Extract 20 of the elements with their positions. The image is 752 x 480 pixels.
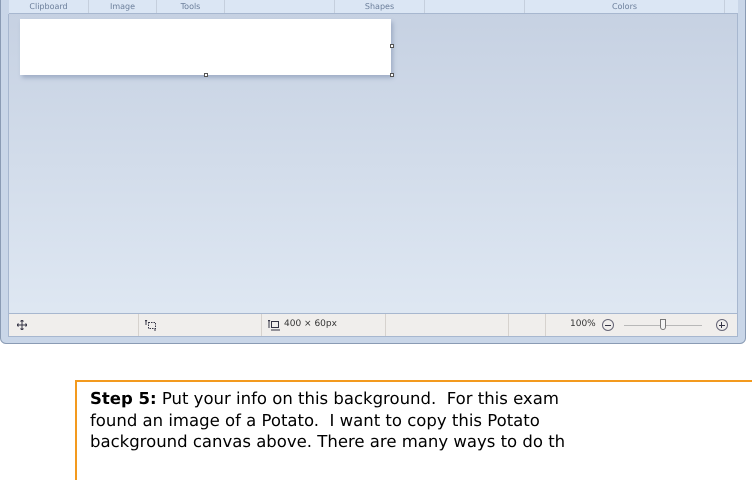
ribbon-group-label: Colors: [612, 2, 638, 12]
resize-handle[interactable]: [204, 73, 208, 77]
ribbon-group-label: Tools: [180, 2, 200, 12]
zoom-slider[interactable]: [624, 319, 702, 331]
resize-handle[interactable]: [390, 73, 394, 77]
ribbon-group-label: Image: [110, 2, 136, 12]
instruction-text: background canvas above. There are many ways to do th: [90, 431, 566, 452]
instruction-text: found an image of a Potato. I want to copy this Potato: [90, 410, 541, 431]
canvas-size-text: 400 × 60px: [284, 318, 337, 332]
zoom-in-button[interactable]: [716, 319, 728, 331]
ribbon-group-label: Shapes: [364, 2, 394, 12]
zoom-slider-thumb[interactable]: [660, 319, 666, 330]
move-icon: [17, 320, 27, 330]
resize-handle[interactable]: [390, 44, 394, 48]
instruction-text: Step 5: Put your info on this background. For this exam: [90, 388, 560, 410]
ribbon-group-label: Clipboard: [29, 2, 68, 12]
zoom-out-button[interactable]: [602, 319, 614, 331]
zoom-percent: 100%: [570, 318, 596, 332]
canvas-size-icon: [268, 320, 280, 330]
selection-icon: [145, 320, 157, 330]
